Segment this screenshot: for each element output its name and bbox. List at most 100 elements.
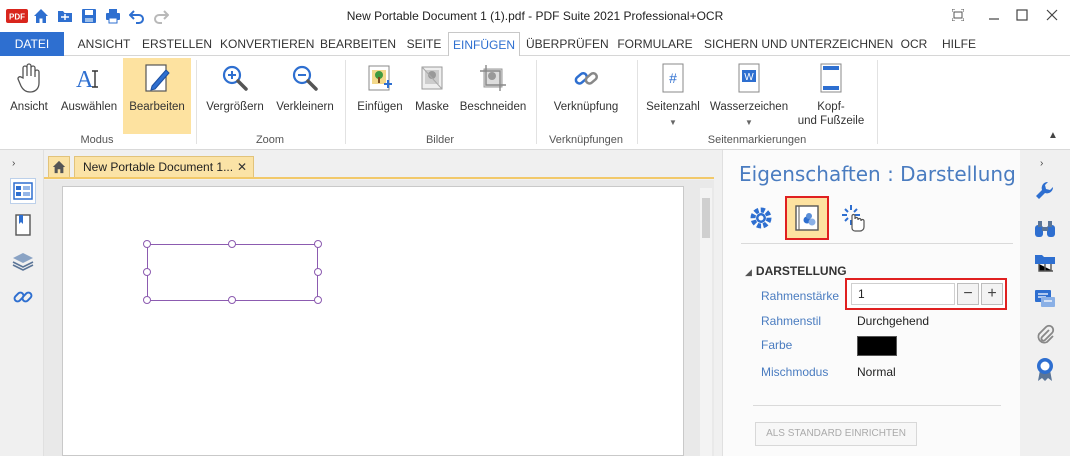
scrollbar-thumb[interactable] — [702, 198, 710, 238]
crop-image-icon — [476, 60, 510, 96]
menu-einfuegen[interactable]: EINFÜGEN — [448, 32, 520, 57]
rahmenstil-label: Rahmenstil — [761, 314, 822, 328]
bearbeiten-button[interactable]: Bearbeiten — [123, 58, 191, 134]
auswaehlen-label: Auswählen — [60, 101, 118, 113]
resize-handle[interactable] — [314, 296, 322, 304]
group-separator — [637, 60, 638, 144]
appearance-properties-tab[interactable] — [785, 196, 829, 240]
restore-ribbon-icon[interactable] — [944, 4, 972, 26]
vergroessern-label: Vergrößern — [206, 101, 264, 113]
expand-left-panel-icon[interactable]: › — [12, 158, 15, 169]
menu-erstellen[interactable]: ERSTELLEN — [142, 32, 212, 56]
layers-icon[interactable] — [10, 248, 36, 274]
kopf-label-line1: Kopf- — [817, 101, 845, 113]
resize-handle[interactable] — [143, 268, 151, 276]
wrench-icon[interactable] — [1032, 178, 1058, 204]
comments-icon[interactable] — [1032, 286, 1058, 312]
ribbon: Ansicht A Auswählen Bearbeiten Modus Ver… — [0, 56, 1070, 150]
set-as-default-button[interactable]: ALS STANDARD EINRICHTEN — [755, 422, 917, 446]
links-panel-icon[interactable] — [10, 284, 36, 310]
bookmarks-icon[interactable] — [10, 212, 36, 238]
menu-sichern-und-unterzeichnen[interactable]: SICHERN UND UNTERZEICHNEN — [704, 32, 893, 56]
properties-panel: Eigenschaften : Darstellung ◢ DARSTELLUNG… — [722, 150, 1020, 456]
print-icon[interactable] — [104, 7, 122, 25]
group-label-verknuepfungen: Verknüpfungen — [548, 134, 623, 146]
save-icon[interactable] — [80, 7, 98, 25]
group-separator — [536, 60, 537, 144]
minimize-button[interactable] — [980, 4, 1008, 26]
resize-handle[interactable] — [314, 240, 322, 248]
resize-handle[interactable] — [143, 240, 151, 248]
close-tab-icon[interactable]: ✕ — [237, 157, 247, 177]
mischmodus-value[interactable]: Normal — [857, 365, 896, 379]
menu-datei[interactable]: DATEI — [0, 32, 64, 56]
bild-einfuegen-button[interactable]: Einfügen — [352, 58, 408, 132]
wasserzeichen-button[interactable]: W Wasserzeichen ▼ — [708, 58, 790, 132]
home-icon[interactable] — [32, 7, 50, 25]
document-view[interactable] — [44, 180, 714, 456]
seitenzahl-dropdown-icon[interactable]: ▼ — [669, 118, 677, 127]
maximize-button[interactable] — [1008, 4, 1036, 26]
zoom-in-icon — [218, 60, 252, 96]
beschneiden-label: Beschneiden — [459, 101, 527, 113]
kopf-fusszeile-button[interactable]: Kopf- und Fußzeile — [794, 58, 868, 132]
maske-button[interactable]: Maske — [411, 58, 453, 132]
beschneiden-button[interactable]: Beschneiden — [458, 58, 528, 132]
binoculars-icon[interactable] — [1032, 216, 1058, 242]
attachment-icon[interactable] — [1032, 322, 1058, 348]
group-label-seitenmarkierungen: Seitenmarkierungen — [707, 134, 807, 146]
menu-konvertieren[interactable]: KONVERTIEREN — [220, 32, 314, 56]
folder-tree-icon[interactable] — [1032, 250, 1058, 276]
undo-icon[interactable] — [128, 7, 146, 25]
resize-handle[interactable] — [143, 296, 151, 304]
document-tab[interactable]: New Portable Document 1... ✕ — [74, 156, 254, 178]
wasserzeichen-dropdown-icon[interactable]: ▼ — [745, 118, 753, 127]
menu-ueberpruefen[interactable]: ÜBERPRÜFEN — [526, 32, 609, 56]
thumbnails-icon[interactable] — [10, 178, 36, 204]
seitenzahl-button[interactable]: # Seitenzahl ▼ — [643, 58, 703, 132]
decrement-button[interactable]: − — [957, 283, 979, 305]
vertical-scrollbar[interactable] — [700, 188, 712, 456]
border-width-input[interactable] — [851, 283, 955, 305]
collapse-right-panel-icon[interactable]: › — [1040, 158, 1043, 169]
auswaehlen-button[interactable]: A Auswählen — [58, 58, 120, 132]
appearance-icon — [795, 205, 819, 231]
resize-handle[interactable] — [228, 240, 236, 248]
ansicht-button[interactable]: Ansicht — [4, 58, 54, 132]
verknuepfung-button[interactable]: Verknüpfung — [548, 58, 624, 132]
seitenzahl-label: Seitenzahl — [646, 101, 700, 113]
menu-ansicht[interactable]: ANSICHT — [72, 32, 136, 56]
pdf-page[interactable] — [62, 186, 684, 456]
left-sidebar: › — [0, 150, 44, 456]
collapse-section-icon[interactable]: ◢ — [745, 267, 752, 277]
svg-text:A: A — [76, 67, 94, 93]
verkleinern-button[interactable]: Verkleinern — [272, 58, 338, 132]
rectangle-annotation[interactable] — [147, 244, 318, 301]
open-folder-icon[interactable] — [56, 7, 74, 25]
general-properties-tab[interactable] — [739, 196, 783, 240]
menu-bearbeiten[interactable]: BEARBEITEN — [320, 32, 396, 56]
actions-properties-tab[interactable] — [831, 196, 875, 240]
section-darstellung[interactable]: ◢ DARSTELLUNG — [745, 264, 847, 278]
menu-seite[interactable]: SEITE — [404, 32, 444, 56]
menu-formulare[interactable]: FORMULARE — [614, 32, 696, 56]
home-tab[interactable] — [48, 156, 70, 178]
rahmenstil-value[interactable]: Durchgehend — [857, 314, 929, 328]
collapse-ribbon-icon[interactable]: ▲ — [1048, 130, 1058, 141]
verknuepfung-label: Verknüpfung — [553, 101, 619, 113]
farbe-label: Farbe — [761, 338, 793, 352]
menu-ocr[interactable]: OCR — [896, 32, 932, 56]
resize-handle[interactable] — [314, 268, 322, 276]
certificate-icon[interactable] — [1032, 356, 1058, 382]
resize-handle[interactable] — [228, 296, 236, 304]
color-swatch[interactable] — [857, 336, 897, 356]
close-window-button[interactable] — [1038, 4, 1066, 26]
group-label-zoom: Zoom — [255, 134, 285, 146]
increment-button[interactable]: + — [981, 283, 1003, 305]
page-number-icon: # — [656, 60, 690, 96]
menu-hilfe[interactable]: HILFE — [936, 32, 982, 56]
gear-icon — [750, 207, 772, 229]
panel-separator — [741, 243, 1013, 244]
redo-icon[interactable] — [152, 7, 170, 25]
vergroessern-button[interactable]: Vergrößern — [203, 58, 267, 132]
